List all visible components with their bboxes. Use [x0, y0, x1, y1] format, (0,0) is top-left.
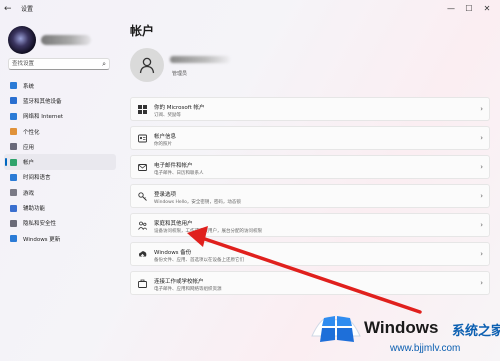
sidebar-item-label: 时间和语言 [23, 175, 51, 182]
settings-card[interactable]: 电子邮件和帐户 电子邮件、日历和联系人 › [130, 155, 490, 179]
mail-icon [138, 164, 147, 171]
user-name-redacted [41, 35, 91, 45]
card-subtitle: 电子邮件、日历和联系人 [154, 170, 204, 176]
settings-card[interactable]: Windows 备份 备份文件、应用、首选项以在设备上还原它们 › [130, 242, 490, 266]
person-icon [139, 57, 155, 74]
key-icon [138, 192, 147, 201]
chevron-right-icon: › [480, 250, 483, 258]
sidebar-item-label: 个性化 [23, 129, 40, 136]
sidebar-item-label: 系统 [23, 83, 35, 90]
sidebar-item-label: 辅助功能 [23, 206, 46, 213]
user-profile[interactable] [8, 26, 91, 54]
app-title: 设置 [21, 6, 34, 13]
account-avatar [130, 48, 164, 82]
card-title: 连接工作或学校帐户 [154, 279, 204, 285]
title-bar: ← 设置 — ☐ ✕ [0, 0, 500, 20]
card-title: 你的 Microsoft 帐户 [154, 105, 205, 111]
sidebar: 查找设置 ⌕ 系统蓝牙和其他设备 网络和 Internet 个性化应用帐户时间和语言… [0, 20, 118, 361]
search-input[interactable]: 查找设置 ⌕ [8, 58, 110, 70]
chevron-right-icon: › [480, 105, 483, 113]
chevron-right-icon: › [480, 221, 483, 229]
sidebar-item[interactable]: 帐户 [4, 154, 116, 170]
account-name-redacted [170, 56, 230, 63]
sidebar-nav: 系统蓝牙和其他设备 网络和 Internet 个性化应用帐户时间和语言游戏辅助功能隐… [4, 78, 116, 246]
minimize-button[interactable]: — [442, 2, 460, 16]
account-settings-list: 你的 Microsoft 帐户 订阅、奖励等 › 帐户信息 你的照片 › 电子邮件和帐户 电子… [130, 97, 490, 300]
search-icon: ⌕ [102, 60, 106, 68]
window-controls: — ☐ ✕ [442, 2, 496, 16]
sidebar-item[interactable]: 蓝牙和其他设备 [4, 93, 116, 108]
sidebar-item[interactable]: 应用 [4, 139, 116, 154]
watermark-title: Windows [364, 318, 439, 337]
card-subtitle: 电子邮件、应用和网络等组织资源 [154, 286, 222, 292]
sidebar-item-label: 游戏 [23, 190, 35, 197]
time-language-icon [10, 173, 17, 181]
settings-window: ← 设置 — ☐ ✕ 查找设置 ⌕ 系统蓝牙和其他设备 网络和 Internet 个… [0, 0, 500, 361]
close-button[interactable]: ✕ [478, 2, 496, 16]
card-title: 家庭和其他用户 [154, 221, 193, 227]
sidebar-item-label: 网络和 Internet [23, 114, 64, 121]
watermark: Windows 系统之家 www.bjjmlv.com [300, 300, 500, 361]
bluetooth-icon [10, 97, 17, 105]
search-placeholder: 查找设置 [12, 61, 35, 67]
card-title: 帐户信息 [154, 134, 177, 140]
sidebar-item[interactable]: 游戏 [4, 185, 116, 200]
network-icon [10, 112, 17, 120]
sidebar-item[interactable]: 网络和 Internet [4, 109, 116, 124]
backup-icon [139, 251, 147, 259]
card-title: 电子邮件和帐户 [154, 163, 193, 169]
system-icon [10, 82, 17, 90]
sidebar-item[interactable]: 系统 [4, 78, 116, 93]
person-card-icon [138, 134, 147, 143]
sidebar-item-label: 隐私和安全性 [23, 221, 57, 228]
settings-card[interactable]: 连接工作或学校帐户 电子邮件、应用和网络等组织资源 › [130, 271, 490, 295]
card-subtitle: 你的照片 [154, 141, 172, 147]
update-icon [10, 235, 17, 243]
sidebar-item[interactable]: 辅助功能 [4, 200, 116, 215]
card-title: 登录选项 [154, 192, 177, 198]
sidebar-item-label: Windows 更新 [23, 236, 61, 243]
briefcase-icon [138, 279, 147, 288]
sidebar-item-label: 帐户 [23, 160, 35, 167]
family-icon [138, 221, 147, 230]
chevron-right-icon: › [480, 163, 483, 171]
settings-card[interactable]: 你的 Microsoft 帐户 订阅、奖励等 › [130, 97, 490, 121]
maximize-button[interactable]: ☐ [460, 2, 478, 16]
microsoft-icon [138, 105, 147, 114]
card-subtitle: 备份文件、应用、首选项以在设备上还原它们 [154, 257, 244, 263]
sidebar-item[interactable]: 时间和语言 [4, 170, 116, 185]
settings-card[interactable]: 家庭和其他用户 设备访问权限，工作或学校用户，展台分配的访问权限 › [130, 213, 490, 237]
chevron-right-icon: › [480, 192, 483, 200]
sidebar-item[interactable]: Windows 更新 [4, 231, 116, 246]
card-subtitle: 订阅、奖励等 [154, 112, 181, 118]
apps-icon [10, 143, 17, 151]
sidebar-item-label: 蓝牙和其他设备 [23, 98, 62, 105]
sidebar-item-label: 应用 [23, 144, 35, 151]
windows-logo [311, 316, 361, 342]
avatar [8, 26, 36, 54]
page-title: 帐户 [130, 24, 155, 38]
sidebar-item[interactable]: 隐私和安全性 [4, 216, 116, 231]
back-arrow-icon[interactable]: ← [4, 3, 16, 15]
shield-icon [10, 219, 17, 227]
card-subtitle: 设备访问权限，工作或学校用户，展台分配的访问权限 [154, 228, 262, 234]
account-role: 管理员 [172, 71, 188, 77]
sidebar-item[interactable]: 个性化 [4, 124, 116, 139]
accessibility-icon [10, 204, 17, 212]
watermark-url: www.bjjmlv.com [390, 343, 461, 354]
settings-card[interactable]: 帐户信息 你的照片 › [130, 126, 490, 150]
card-title: Windows 备份 [154, 250, 192, 256]
account-header: 管理员 [130, 48, 230, 82]
game-icon [10, 189, 17, 197]
brush-icon [10, 128, 17, 136]
account-icon [10, 158, 17, 166]
watermark-site-name: 系统之家 [452, 324, 500, 339]
settings-card[interactable]: 登录选项 Windows Hello，安全密钥，密码，动态锁 › [130, 184, 490, 208]
card-subtitle: Windows Hello，安全密钥，密码，动态锁 [154, 199, 241, 205]
chevron-right-icon: › [480, 279, 483, 287]
chevron-right-icon: › [480, 134, 483, 142]
